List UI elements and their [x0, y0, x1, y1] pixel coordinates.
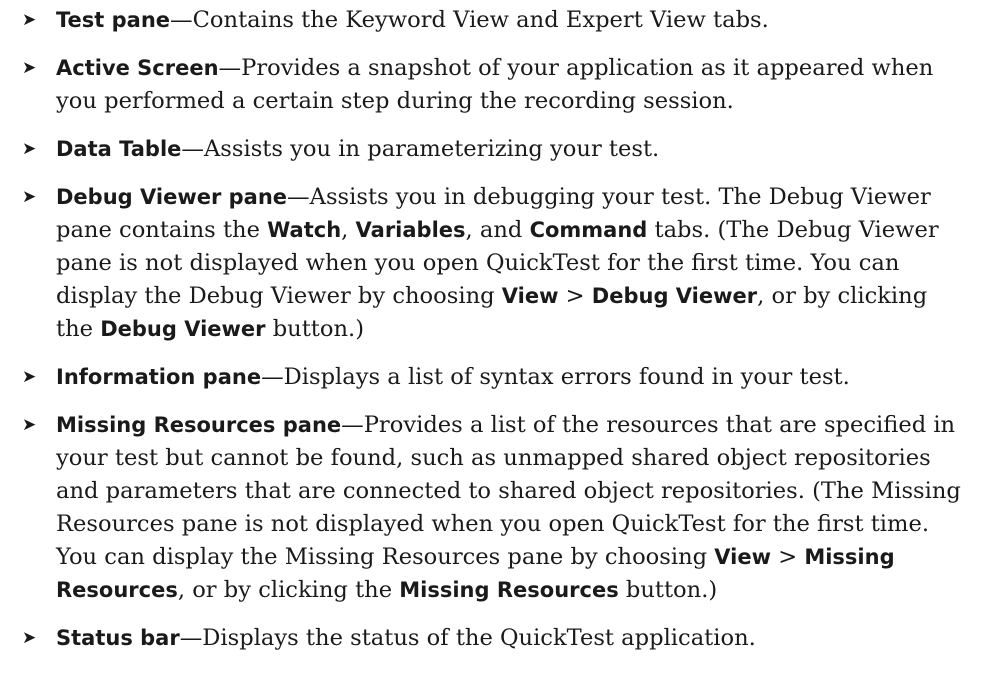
arrow-bullet-icon: ➤ — [22, 628, 37, 648]
term-label: Missing Resources pane — [56, 413, 342, 437]
term-label: Debug Viewer pane — [56, 185, 288, 209]
arrow-bullet-icon: ➤ — [22, 187, 37, 207]
item-description: —Assists you in parameterizing your test… — [181, 136, 660, 162]
item-description: —Displays the status of the QuickTest ap… — [179, 625, 756, 651]
item-description: , and — [465, 217, 530, 243]
arrow-bullet-icon: ➤ — [22, 10, 37, 30]
list-item-data-table: ➤ Data Table—Assists you in parameterizi… — [20, 133, 970, 166]
item-description: —Displays a list of syntax errors found … — [261, 364, 850, 390]
item-description: , — [341, 217, 356, 243]
bold-term: View — [714, 545, 772, 569]
arrow-bullet-icon: ➤ — [22, 415, 37, 435]
term-label: Status bar — [56, 626, 180, 650]
arrow-bullet-icon: ➤ — [22, 367, 37, 387]
document-page: ➤ Test pane—Contains the Keyword View an… — [0, 0, 990, 655]
bold-term: Watch — [267, 218, 342, 242]
pane-description-list: ➤ Test pane—Contains the Keyword View an… — [20, 4, 970, 655]
item-description: > — [558, 283, 592, 309]
list-item-missing-resources-pane: ➤ Missing Resources pane—Provides a list… — [20, 409, 970, 607]
item-description: > — [771, 544, 805, 570]
bold-term: Missing Resources — [399, 578, 619, 602]
term-label: Data Table — [56, 137, 182, 161]
list-item-active-screen: ➤ Active Screen—Provides a snapshot of y… — [20, 52, 970, 118]
item-description: button.) — [265, 316, 365, 342]
item-description: button.) — [618, 577, 718, 603]
term-label: Information pane — [56, 365, 262, 389]
list-item-information-pane: ➤ Information pane—Displays a list of sy… — [20, 361, 970, 394]
item-description: , or by clicking the — [177, 577, 400, 603]
term-label: Test pane — [56, 8, 171, 32]
bold-term: Debug Viewer — [100, 317, 266, 341]
list-item-debug-viewer-pane: ➤ Debug Viewer pane—Assists you in debug… — [20, 181, 970, 346]
arrow-bullet-icon: ➤ — [22, 139, 37, 159]
list-item-status-bar: ➤ Status bar—Displays the status of the … — [20, 622, 970, 655]
bold-term: Debug Viewer — [591, 284, 758, 308]
bold-term: Command — [529, 218, 648, 242]
item-description: —Contains the Keyword View and Expert Vi… — [170, 7, 769, 33]
term-label: Active Screen — [56, 56, 219, 80]
arrow-bullet-icon: ➤ — [22, 58, 37, 78]
bold-term: Variables — [355, 218, 466, 242]
bold-term: View — [501, 284, 559, 308]
list-item-test-pane: ➤ Test pane—Contains the Keyword View an… — [20, 4, 970, 37]
